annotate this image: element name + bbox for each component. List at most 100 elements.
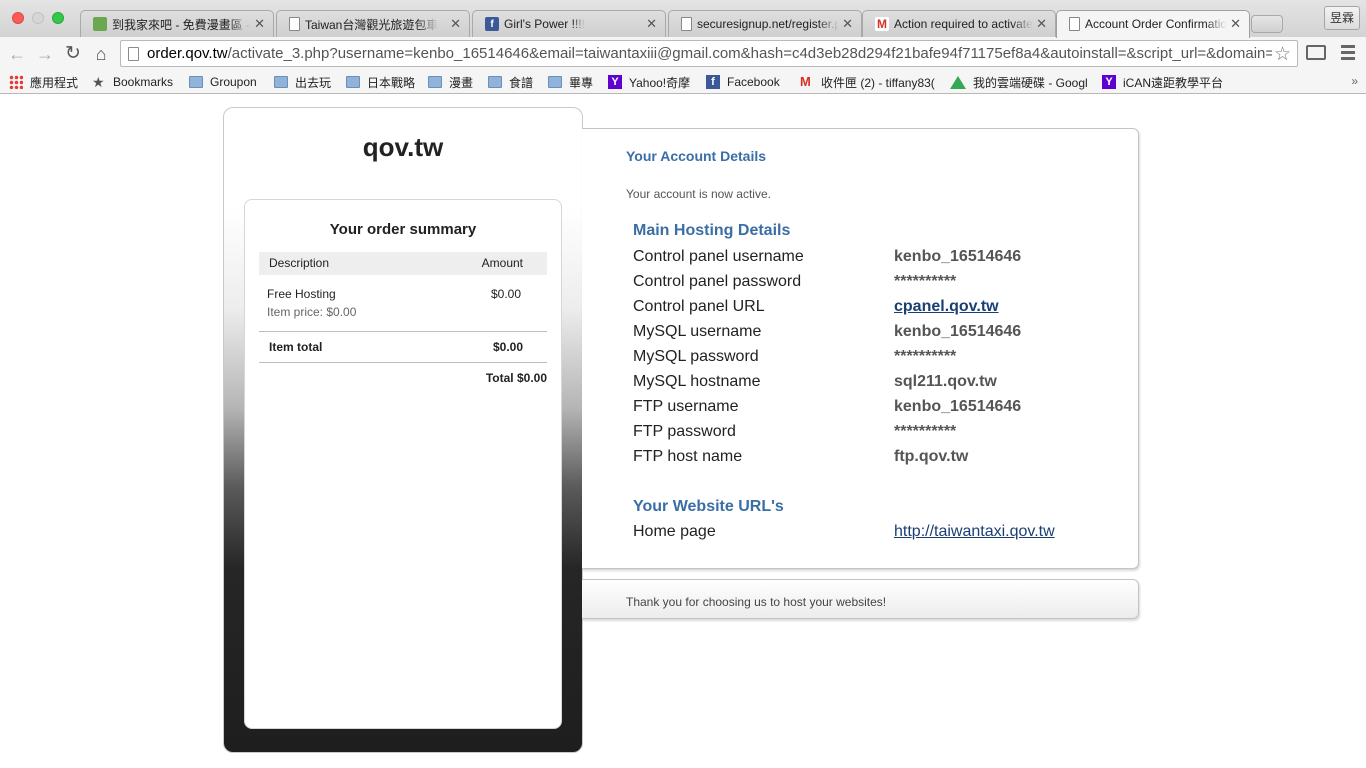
menu-icon[interactable] [1341,45,1355,63]
back-arrow-icon[interactable]: ← [6,43,28,65]
divider [259,331,547,332]
tab-title: Action required to activate [894,17,1033,31]
browser-tab[interactable]: 到我家來吧 - 免費漫畫區 - 覺 ✕ [80,10,274,37]
bookmark-label: 日本戰略 [367,75,416,90]
cpanel-username-value: kenbo_16514646 [894,248,1022,265]
gmail-icon: M [800,74,811,89]
item-total-label: Item total [269,340,323,354]
cpanel-url-link[interactable]: cpanel.qov.tw [894,298,999,316]
tab-close-icon[interactable]: ✕ [254,16,265,31]
folder-icon [488,76,502,88]
browser-tab[interactable]: securesignup.net/register.p ✕ [668,10,862,37]
browser-tab[interactable]: M Action required to activate ✕ [862,10,1056,37]
bookmark-label: 畢專 [569,75,594,90]
bookmark-item[interactable]: ★ Bookmarks [92,74,173,90]
bookmark-star-icon[interactable]: ☆ [1274,43,1291,66]
ftp-hostname-label: FTP host name [633,448,743,465]
ftp-username-label: FTP username [633,398,739,415]
account-details-panel: Your Account Details Your account is now… [582,128,1139,569]
bookmark-label: Groupon [210,75,257,89]
bookmark-item[interactable]: M 收件匣 (2) - tiffany83( [800,74,935,90]
facebook-icon: f [706,75,720,89]
page-icon [128,47,139,61]
bookmark-item[interactable]: Y iCAN遠距教學平台 [1102,74,1223,90]
ftp-hostname-value: ftp.qov.tw [894,448,969,465]
mysql-password-value: ********** [894,348,957,365]
browser-tab[interactable]: Taiwan台灣觀光旅遊包車 ✕ [276,10,470,37]
maximize-window-button[interactable] [52,12,64,24]
bookmark-label: 我的雲端硬碟 - Googl [973,75,1088,90]
bookmark-item[interactable]: Groupon [189,74,257,90]
folder-icon [346,76,360,88]
bookmark-label: 應用程式 [30,75,79,90]
order-sidebar: qov.tw Your order summary Description Am… [223,107,583,753]
bookmarks-overflow-icon[interactable]: » [1351,74,1358,88]
apps-icon [9,75,23,89]
bookmark-item[interactable]: 畢專 [548,74,593,90]
tab-title: Taiwan台灣觀光旅遊包車 [305,17,439,32]
new-tab-button[interactable] [1251,15,1283,33]
folder-icon [548,76,562,88]
home-icon[interactable]: ⌂ [90,43,112,65]
bookmark-item[interactable]: 漫畫 [428,74,473,90]
gmail-icon: M [875,17,889,31]
home-page-label: Home page [633,523,716,540]
profile-button[interactable]: 昱霖 [1324,6,1360,30]
tab-close-icon[interactable]: ✕ [842,16,853,31]
bookmark-label: Yahoo!奇摩 [629,75,691,90]
mysql-hostname-label: MySQL hostname [633,373,761,390]
hosting-details-heading: Main Hosting Details [633,222,791,239]
bookmark-item[interactable]: Y Yahoo!奇摩 [608,74,690,90]
bookmark-item[interactable]: 出去玩 [274,74,331,90]
mysql-username-label: MySQL username [633,323,762,340]
bookmark-label: Facebook [727,75,780,89]
tab-close-icon[interactable]: ✕ [646,16,657,31]
address-bar[interactable]: order.qov.tw/activate_3.php?username=ken… [120,40,1298,67]
page-icon [1069,17,1080,31]
browser-tab-active[interactable]: Account Order Confirmatio ✕ [1056,10,1250,38]
bookmark-item[interactable]: f Facebook [706,74,780,90]
star-icon: ★ [92,74,105,90]
minimize-window-button[interactable] [32,12,44,24]
description-column-header: Description [269,256,330,270]
cpanel-password-value: ********** [894,273,957,290]
cpanel-url-label: Control panel URL [633,298,765,315]
page-icon [681,17,692,31]
home-page-link[interactable]: http://taiwantaxi.qov.tw [894,523,1055,541]
tab-close-icon[interactable]: ✕ [450,16,461,31]
website-url-heading: Your Website URL's [633,498,784,515]
mysql-hostname-value: sql211.qov.tw [894,373,997,390]
order-summary-header: Description Amount [259,252,547,275]
ftp-username-value: kenbo_16514646 [894,398,1022,415]
url-text[interactable]: order.qov.tw/activate_3.php?username=ken… [147,45,1272,62]
order-item-price: Item price: $0.00 [267,305,357,319]
close-window-button[interactable] [12,12,24,24]
account-details-title: Your Account Details [626,148,767,164]
bookmark-item[interactable]: 我的雲端硬碟 - Googl [950,74,1088,90]
bookmark-item[interactable]: 日本戰略 [346,74,415,90]
order-summary-title: Your order summary [329,221,477,238]
cpanel-password-label: Control panel password [633,273,802,290]
tab-title: 到我家來吧 - 免費漫畫區 - 覺 [112,17,251,32]
tab-title: Account Order Confirmatio [1085,17,1227,31]
thank-you-footer: Thank you for choosing us to host your w… [582,579,1139,619]
tab-close-icon[interactable]: ✕ [1036,16,1047,31]
forward-arrow-icon[interactable]: → [34,43,56,65]
bookmarks-bar: 應用程式 ★ Bookmarks Groupon 出去玩 日本戰略 漫畫 食譜 … [0,70,1366,94]
bookmark-item[interactable]: 應用程式 [9,74,78,90]
thank-you-text: Thank you for choosing us to host your w… [626,595,887,609]
order-total: Total $0.00 [485,371,547,385]
reload-icon[interactable]: ↻ [62,43,84,65]
cast-icon[interactable] [1306,45,1326,60]
order-summary-card: Your order summary Description Amount Fr… [244,199,562,729]
url-path: /activate_3.php?username=kenbo_16514646&… [227,45,1272,62]
url-host: order.qov.tw [147,45,228,62]
folder-icon [428,76,442,88]
browser-toolbar: ← → ↻ ⌂ order.qov.tw/activate_3.php?user… [0,37,1366,70]
tab-title: Girl's Power !!!! [504,17,585,31]
mysql-password-label: MySQL password [633,348,759,365]
browser-tab[interactable]: f Girl's Power !!!! ✕ [472,10,666,37]
tab-close-icon[interactable]: ✕ [1230,16,1241,31]
site-logo: qov.tw [362,132,444,162]
bookmark-item[interactable]: 食譜 [488,74,533,90]
